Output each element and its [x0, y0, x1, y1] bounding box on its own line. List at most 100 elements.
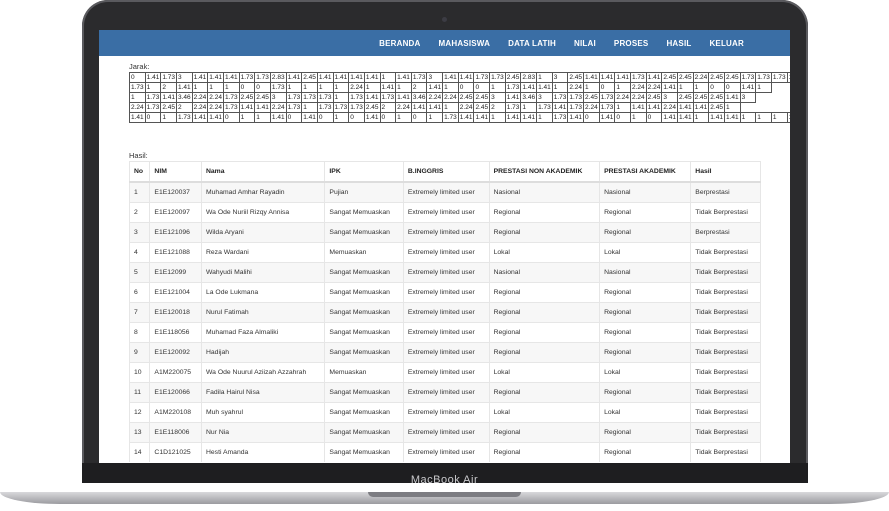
jarak-cell: 1.73 — [222, 102, 240, 113]
table-cell: Lokal — [489, 402, 601, 423]
jarak-row: 1.41 0 1 1.73 1.41 1.41 0 1 1 1.41 0 1.41 0 1 0 1.41 0 1 0… — [129, 112, 790, 123]
table-cell: Reza Wardani — [201, 242, 326, 263]
table-cell: Tidak Berprestasi — [690, 242, 761, 263]
jarak-cell: 2.24 — [583, 102, 600, 113]
jarak-cell: 0 — [222, 112, 240, 123]
table-row: 2 E1E120097 Wa Ode Nuriil Rizqy Annisa Sang… — [128, 202, 761, 223]
table-cell: Regional — [489, 342, 601, 363]
jarak-cell: 1.41 — [238, 102, 256, 113]
table-cell: Regional — [489, 282, 601, 303]
jarak-cell: 1.73 — [175, 112, 193, 123]
jarak-cell: 1.41 — [175, 82, 193, 93]
jarak-cell: 2.45 — [473, 102, 491, 113]
jarak-cell: 1.41 — [473, 112, 491, 123]
table-cell: Regional — [489, 302, 601, 323]
table-row: 9 E1E120092 Hadijah Sangat Memuaskan Extreme… — [128, 342, 761, 363]
jarak-cell: 1.73 — [160, 72, 177, 83]
jarak-cell: 2.45 — [692, 92, 710, 103]
jarak-cell: 2.24 — [191, 102, 209, 113]
jarak-cell: 1.73 — [551, 92, 569, 103]
jarak-cell: 1.41 — [520, 82, 538, 93]
jarak-cell: 3 — [175, 72, 193, 83]
jarak-cell: 1.41 — [457, 112, 475, 123]
jarak-cell: 3.46 — [410, 92, 428, 103]
jarak-row: 2.24 1.73 2.45 2 2.24 2.24 1.73 1.41 1.41 2.24 1.7… — [129, 102, 791, 113]
nav-item[interactable]: HASIL — [666, 39, 691, 48]
table-cell: Nasional — [599, 181, 692, 203]
nav-item[interactable]: NILAI — [574, 39, 596, 48]
table-cell: E1E120018 — [149, 302, 202, 323]
column-header: IPK — [324, 161, 404, 183]
table-cell: Extremely limited user — [403, 222, 490, 243]
table-cell: 12 — [128, 402, 151, 423]
table-cell: Regional — [489, 222, 601, 243]
jarak-cell: 1.41 — [363, 112, 381, 123]
jarak-cell: 1 — [363, 82, 381, 93]
column-header: No — [128, 161, 151, 183]
table-cell: Memuaskan — [324, 242, 404, 263]
jarak-cell: 2 — [160, 82, 177, 93]
table-cell: Regional — [489, 202, 601, 223]
jarak-cell: 1.73 — [598, 92, 616, 103]
table-cell: A1M220108 — [149, 402, 202, 423]
jarak-cell: 1 — [144, 82, 162, 93]
jarak-cell: 1.73 — [222, 92, 240, 103]
jarak-cell: 2.45 — [363, 102, 381, 113]
jarak-cell: 1 — [786, 112, 790, 123]
jarak-cell: 1.41 — [410, 102, 428, 113]
jarak-cell: 1.41 — [191, 112, 209, 123]
nav-item[interactable]: KELUAR — [709, 39, 744, 48]
jarak-cell: 1.73 — [770, 72, 788, 83]
nav-item[interactable]: BERANDA — [379, 39, 420, 48]
jarak-cell: 1.73 — [755, 72, 772, 83]
jarak-cell: 2.83 — [520, 72, 538, 83]
table-row: 10 A1M220075 Wa Ode Nuurul Aziizah Azzahra… — [128, 362, 761, 383]
jarak-cell: 1.73 — [739, 72, 757, 83]
nav-item[interactable]: PROSES — [614, 39, 649, 48]
jarak-cell: 2.24 — [426, 92, 444, 103]
table-row: 7 E1E120018 Nurul Fatimah Sangat Memuaskan E… — [128, 302, 761, 323]
table-cell: Nasional — [489, 262, 601, 283]
jarak-cell: 1 — [614, 102, 631, 113]
screen: BERANDA MAHASISWA DATA LATIH NILAI PROSES HAS… — [99, 30, 790, 463]
table-cell: Extremely limited user — [403, 202, 490, 223]
table-cell: Tidak Berprestasi — [690, 262, 761, 283]
jarak-cell: 2.24 — [630, 82, 647, 93]
jarak-cell: 2 — [175, 102, 193, 113]
jarak-cell: 1.41 — [207, 112, 224, 123]
table-cell: Lokal — [599, 402, 692, 423]
column-header: NIM — [149, 161, 202, 183]
jarak-cell: 2.45 — [723, 72, 741, 83]
table-row: 6 E1E121004 La Ode Lukmana Sangat Memuaskan… — [128, 282, 761, 303]
jarak-cell: 1.73 — [489, 72, 506, 83]
jarak-cell: 1.41 — [630, 102, 647, 113]
jarak-row: 1.73 1 2 1.41 1 1 1 0 0 1.73 1 1 1 1 2.24 1 1.41 1 2 1.41 1 0… — [129, 82, 791, 93]
table-cell: Regional — [599, 342, 692, 363]
brand-label: MacBook Air — [410, 474, 479, 486]
jarak-cell: 1.73 — [316, 102, 334, 113]
table-cell: Sangat Memuaskan — [324, 342, 404, 363]
jarak-cell: 2.24 — [692, 72, 710, 83]
jarak-cell: 1 — [520, 102, 538, 113]
table-cell: Tidak Berprestasi — [690, 342, 761, 363]
jarak-cell: 1 — [442, 102, 459, 113]
table-cell: Muhamad Faza Almaliki — [201, 322, 326, 343]
jarak-cell: 1 — [630, 112, 647, 123]
table-cell: Extremely limited user — [403, 342, 490, 363]
nav-item[interactable]: MAHASISWA — [439, 39, 491, 48]
nav-item[interactable]: DATA LATIH — [508, 39, 556, 48]
jarak-cell: 1 — [723, 102, 741, 113]
jarak-cell: 1.41 — [661, 112, 678, 123]
table-cell: Regional — [599, 302, 692, 323]
jarak-cell: 1.41 — [379, 82, 397, 93]
jarak-cell: 0 — [316, 112, 334, 123]
jarak-cell: 2.24 — [269, 102, 287, 113]
jarak-cell: 2.24 — [348, 82, 365, 93]
jarak-cell: 1 — [739, 112, 757, 123]
jarak-cell: 0 — [614, 112, 631, 123]
table-cell: Fadila Hairul Nisa — [201, 382, 326, 403]
jarak-cell: 1 — [770, 112, 788, 123]
table-cell: C1D121025 — [149, 442, 202, 462]
jarak-cell: 2.24 — [567, 82, 585, 93]
table-cell: E1E118056 — [149, 322, 202, 343]
